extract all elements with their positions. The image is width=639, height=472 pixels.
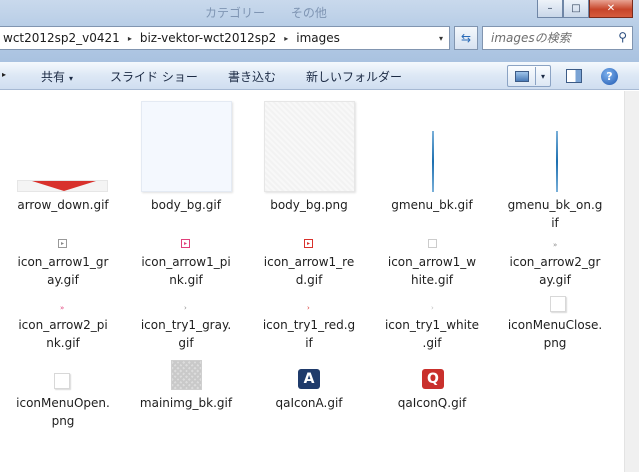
breadcrumb-3[interactable]: images <box>292 31 344 45</box>
preview-pane-icon[interactable] <box>566 69 582 83</box>
gmenu-bk-on-thumbnail <box>556 131 558 192</box>
ghost-title-2: その他 <box>290 6 327 20</box>
arrow-right-icon: ▸ <box>181 239 190 248</box>
breadcrumb-separator-icon[interactable]: ▸ <box>280 34 292 43</box>
share-menu[interactable]: 共有 ▾ <box>41 68 73 85</box>
chevron-right-icon: › <box>184 304 187 312</box>
search-icon[interactable]: ⚲ <box>618 30 627 44</box>
help-icon[interactable]: ? <box>601 68 618 85</box>
file-name: gmenu_bk.gif <box>391 198 473 212</box>
maximize-button[interactable]: □ <box>563 0 589 18</box>
new-folder-button[interactable]: 新しいフォルダー <box>306 68 402 85</box>
command-bar: ▸ 共有 ▾ スライド ショー 書き込む 新しいフォルダー ▾ ? <box>0 62 639 90</box>
file-name: icon_try1_white .gif <box>384 318 480 350</box>
slideshow-button[interactable]: スライド ショー <box>110 68 198 85</box>
view-separator <box>535 67 536 85</box>
file-name: icon_try1_gray. gif <box>140 318 232 350</box>
qa-q-icon: Q <box>422 369 444 389</box>
file-name: arrow_down.gif <box>17 198 109 212</box>
slideshow-label: スライド ショー <box>110 70 198 84</box>
address-bar[interactable]: wct2012sp2_v0421 ▸ biz-vektor-wct2012sp2… <box>0 26 450 50</box>
close-button[interactable]: ✕ <box>589 0 633 18</box>
chevron-down-icon[interactable]: ▾ <box>541 72 545 81</box>
chevron-right-icon: › <box>431 304 434 312</box>
body-bg-thumbnail <box>141 101 232 192</box>
chevron-down-icon: ▾ <box>69 74 74 83</box>
double-arrow-icon: » <box>553 241 558 249</box>
file-name: iconMenuClose. png <box>507 318 603 350</box>
burn-button[interactable]: 書き込む <box>228 68 276 85</box>
view-icon <box>515 70 529 82</box>
arrow-right-icon: ▸ <box>304 239 313 248</box>
file-name: icon_arrow1_pi nk.gif <box>141 255 231 287</box>
title-bar: カテゴリー その他 – □ ✕ wct2012sp2_v0421 ▸ biz-v… <box>0 0 639 62</box>
mainimg-bk-thumbnail <box>171 360 202 390</box>
share-label: 共有 <box>41 70 66 84</box>
breadcrumb-1[interactable]: wct2012sp2_v0421 <box>0 31 124 45</box>
refresh-button[interactable]: ⇆ <box>454 26 478 50</box>
search-box[interactable]: ⚲ <box>482 26 633 50</box>
qa-a-icon: A <box>298 369 320 389</box>
chevron-right-icon: › <box>307 304 310 312</box>
body-bg-png-thumbnail <box>264 101 355 192</box>
file-name: icon_arrow2_pi nk.gif <box>18 318 108 350</box>
arrow-down-thumbnail <box>17 180 108 192</box>
file-name: icon_arrow2_gr ay.gif <box>509 255 601 287</box>
address-dropdown-icon[interactable]: ▾ <box>433 27 449 49</box>
ghost-title-1: カテゴリー <box>205 6 266 20</box>
breadcrumb-separator-icon[interactable]: ▸ <box>124 34 136 43</box>
file-name: icon_try1_red.g if <box>262 318 356 350</box>
refresh-icon: ⇆ <box>460 31 472 45</box>
background-window-title: カテゴリー その他 <box>205 4 349 21</box>
file-name: iconMenuOpen. png <box>16 396 110 428</box>
gmenu-bk-thumbnail <box>432 131 434 192</box>
toolbar-overflow-icon[interactable]: ▸ <box>2 70 6 79</box>
breadcrumb-2[interactable]: biz-vektor-wct2012sp2 <box>136 31 280 45</box>
change-view-button[interactable]: ▾ <box>507 65 551 87</box>
file-name: mainimg_bk.gif <box>139 396 233 410</box>
burn-label: 書き込む <box>228 70 277 84</box>
file-list: arrow_down.gif body_bg.gif body_bg.png g… <box>0 91 624 472</box>
file-name: qaIconA.gif <box>275 396 343 410</box>
file-name: body_bg.gif <box>151 198 221 212</box>
menu-open-thumbnail <box>54 373 70 389</box>
file-name: icon_arrow1_w hite.gif <box>387 255 477 287</box>
window-controls: – □ ✕ <box>537 0 633 18</box>
file-name: gmenu_bk_on.g if <box>507 198 603 230</box>
new-folder-label: 新しいフォルダー <box>306 70 403 84</box>
arrow-right-icon: ▸ <box>58 239 67 248</box>
arrow-right-icon: ▸ <box>428 239 437 248</box>
file-name: body_bg.png <box>270 198 348 212</box>
file-name: qaIconQ.gif <box>397 396 467 410</box>
search-input[interactable] <box>483 27 607 49</box>
vertical-scrollbar[interactable] <box>624 91 639 472</box>
menu-close-thumbnail <box>550 296 566 312</box>
minimize-button[interactable]: – <box>537 0 563 18</box>
file-name: icon_arrow1_re d.gif <box>263 255 355 287</box>
double-arrow-icon: » <box>60 304 65 312</box>
file-name: icon_arrow1_gr ay.gif <box>17 255 109 287</box>
